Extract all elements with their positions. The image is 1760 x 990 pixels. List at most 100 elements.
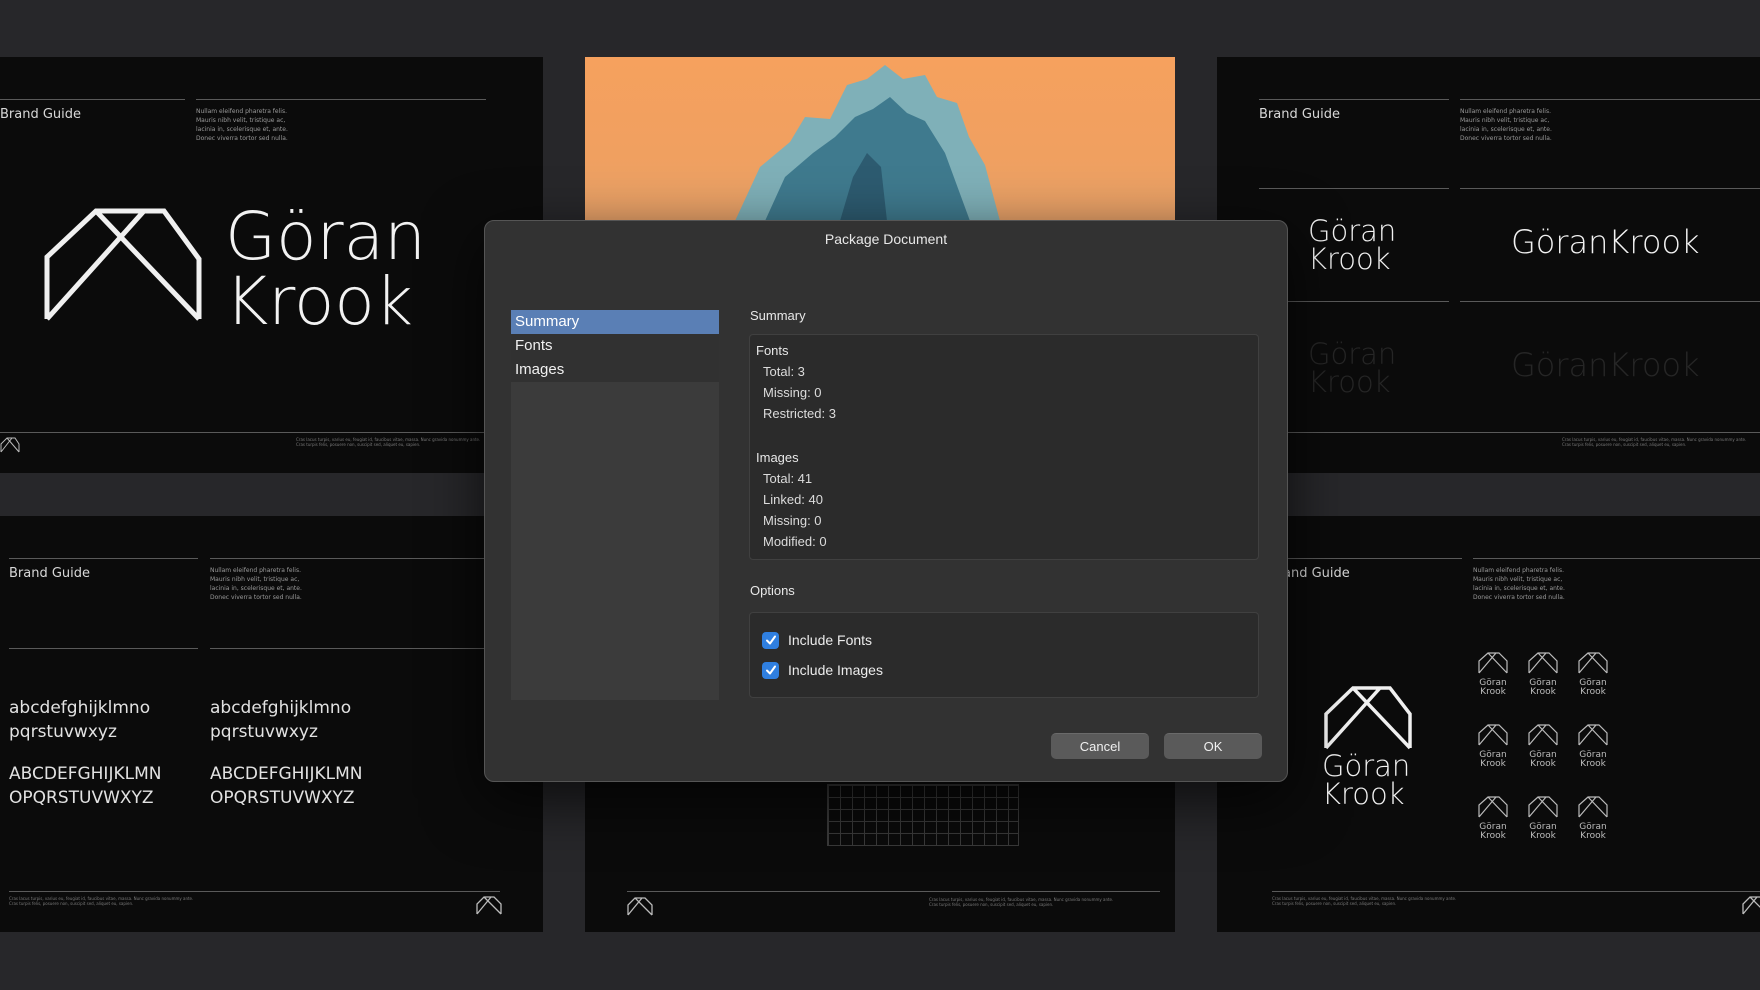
- include-images-option[interactable]: Include Images: [762, 661, 883, 679]
- images-missing: Missing: 0: [763, 513, 822, 528]
- divider: [9, 648, 198, 649]
- mini-mark: Göran Krook: [1573, 652, 1613, 697]
- fonts-missing: Missing: 0: [763, 385, 822, 400]
- nav-item-fonts[interactable]: Fonts: [511, 334, 719, 358]
- category-list: Summary Fonts Images: [511, 310, 719, 700]
- lowercase-line-2: pqrstuvwxyz: [210, 722, 318, 742]
- mini-logo-icon: [1578, 796, 1608, 818]
- uppercase-line-1: ABCDEFGHIJKLMN: [9, 764, 162, 784]
- mini-label-2: Krook: [1480, 831, 1506, 841]
- mini-logo-icon: [627, 897, 653, 916]
- divider: [1460, 301, 1760, 302]
- mini-logo-icon: [1528, 796, 1558, 818]
- mini-mark: Göran Krook: [1573, 724, 1613, 769]
- divider: [9, 891, 500, 892]
- nav-item-summary[interactable]: Summary: [511, 310, 719, 334]
- wordmark-line-2: Krook: [1322, 777, 1405, 812]
- mini-mark: Göran Krook: [1473, 724, 1513, 769]
- divider: [627, 891, 1160, 892]
- lowercase-line-2: pqrstuvwxyz: [9, 722, 117, 742]
- wordmark-line-1: Göran: [1322, 749, 1411, 783]
- include-fonts-checkbox[interactable]: [762, 631, 779, 649]
- mini-mark: Göran Krook: [1573, 796, 1613, 841]
- wordmark-line-1: Göran: [1308, 337, 1397, 371]
- lorem-text: Nullam eleifend pharetra felis. Mauris n…: [1473, 567, 1565, 601]
- include-images-checkbox[interactable]: [762, 661, 779, 679]
- divider: [1272, 891, 1760, 892]
- mini-logo-icon: [1478, 724, 1508, 746]
- ok-button[interactable]: OK: [1164, 733, 1262, 759]
- spread-bottom-left: Brand Guide Nullam eleifend pharetra fel…: [0, 516, 543, 932]
- uppercase-line-2: OPQRSTUVWXYZ: [9, 788, 154, 808]
- fine-print: Cras lacus turpis, varius eu, feugiat id…: [9, 896, 194, 906]
- checkmark-icon: [765, 665, 776, 675]
- mini-logo-icon: [476, 896, 502, 915]
- images-modified: Modified: 0: [763, 534, 827, 549]
- fonts-restricted: Restricted: 3: [763, 406, 836, 421]
- divider: [210, 648, 500, 649]
- fonts-heading: Fonts: [756, 343, 789, 358]
- divider: [1259, 432, 1760, 433]
- wordmark: Göran Krook: [225, 198, 426, 340]
- lorem-text: Nullam eleifend pharetra felis. Mauris n…: [1460, 108, 1552, 142]
- wordmark-line-2: Krook: [1308, 365, 1391, 400]
- options-heading: Options: [750, 583, 795, 598]
- lowercase-sample-1: abcdefghijklmno pqrstuvwxyz: [9, 696, 150, 744]
- wordmark-line-2: Krook: [225, 262, 413, 340]
- mini-logo-icon: [1478, 796, 1508, 818]
- wordmark-stacked: Göran Krook: [1308, 214, 1397, 277]
- spread-top-left: Brand Guide Nullam eleifend pharetra fel…: [0, 57, 543, 473]
- divider: [1259, 99, 1449, 100]
- lowercase-line-1: abcdefghijklmno: [9, 698, 151, 718]
- brand-guide-label: and Guide: [1283, 566, 1350, 581]
- summary-heading: Summary: [750, 308, 806, 323]
- mini-logo-icon: [1478, 652, 1508, 674]
- fine-print: Cras lacus turpis, varius eu, feugiat id…: [296, 437, 481, 447]
- divider: [196, 99, 486, 100]
- brand-guide-label: Brand Guide: [1259, 107, 1341, 122]
- images-heading: Images: [756, 450, 799, 465]
- divider: [0, 432, 486, 433]
- options-box: Include Fonts Include Images: [749, 612, 1259, 698]
- grid-swatch: [827, 784, 1019, 846]
- mini-mark: Göran Krook: [1523, 652, 1563, 697]
- include-images-label[interactable]: Include Images: [788, 662, 883, 678]
- lowercase-sample-2: abcdefghijklmno pqrstuvwxyz: [210, 696, 351, 744]
- wordmark-inline-dim: GöranKrook: [1511, 346, 1700, 384]
- wordmark-line-2: Krook: [1308, 242, 1391, 277]
- divider: [1259, 188, 1449, 189]
- wordmark-line-1: Göran: [1308, 214, 1397, 248]
- cancel-button[interactable]: Cancel: [1051, 733, 1149, 759]
- logo-mark-icon: [44, 208, 202, 321]
- mini-label-2: Krook: [1580, 759, 1606, 769]
- fine-print: Cras lacus turpis, varius eu, feugiat id…: [1272, 896, 1457, 906]
- include-fonts-label[interactable]: Include Fonts: [788, 632, 872, 648]
- divider: [0, 99, 185, 100]
- lowercase-line-1: abcdefghijklmno: [210, 698, 352, 718]
- logo-mark-icon: [1324, 686, 1412, 750]
- brand-guide-label: Brand Guide: [0, 107, 82, 122]
- nav-item-images[interactable]: Images: [511, 358, 719, 382]
- divider: [1460, 99, 1760, 100]
- fine-print: Cras lacus turpis, varius eu, feugiat id…: [929, 897, 1114, 907]
- mini-logo-icon: [0, 437, 20, 453]
- wordmark-line-1: Göran: [225, 198, 426, 275]
- divider: [9, 558, 198, 559]
- include-fonts-option[interactable]: Include Fonts: [762, 631, 872, 649]
- summary-box: Fonts Total: 3 Missing: 0 Restricted: 3 …: [749, 334, 1259, 560]
- mini-label-2: Krook: [1580, 687, 1606, 697]
- spread-bottom-middle: Cras lacus turpis, varius eu, feugiat id…: [585, 760, 1175, 932]
- mini-logo-icon: [1528, 724, 1558, 746]
- images-linked: Linked: 40: [763, 492, 823, 507]
- divider: [1460, 188, 1760, 189]
- spread-bottom-right: and Guide Nullam eleifend pharetra felis…: [1217, 516, 1760, 932]
- mini-mark: Göran Krook: [1473, 796, 1513, 841]
- mini-label-2: Krook: [1530, 759, 1556, 769]
- brand-guide-label: Brand Guide: [9, 566, 91, 581]
- images-total: Total: 41: [763, 471, 813, 486]
- mini-mark: Göran Krook: [1473, 652, 1513, 697]
- uppercase-line-2: OPQRSTUVWXYZ: [210, 788, 355, 808]
- mini-mark: Göran Krook: [1523, 724, 1563, 769]
- divider: [1473, 558, 1760, 559]
- mini-logo-icon: [1742, 896, 1760, 915]
